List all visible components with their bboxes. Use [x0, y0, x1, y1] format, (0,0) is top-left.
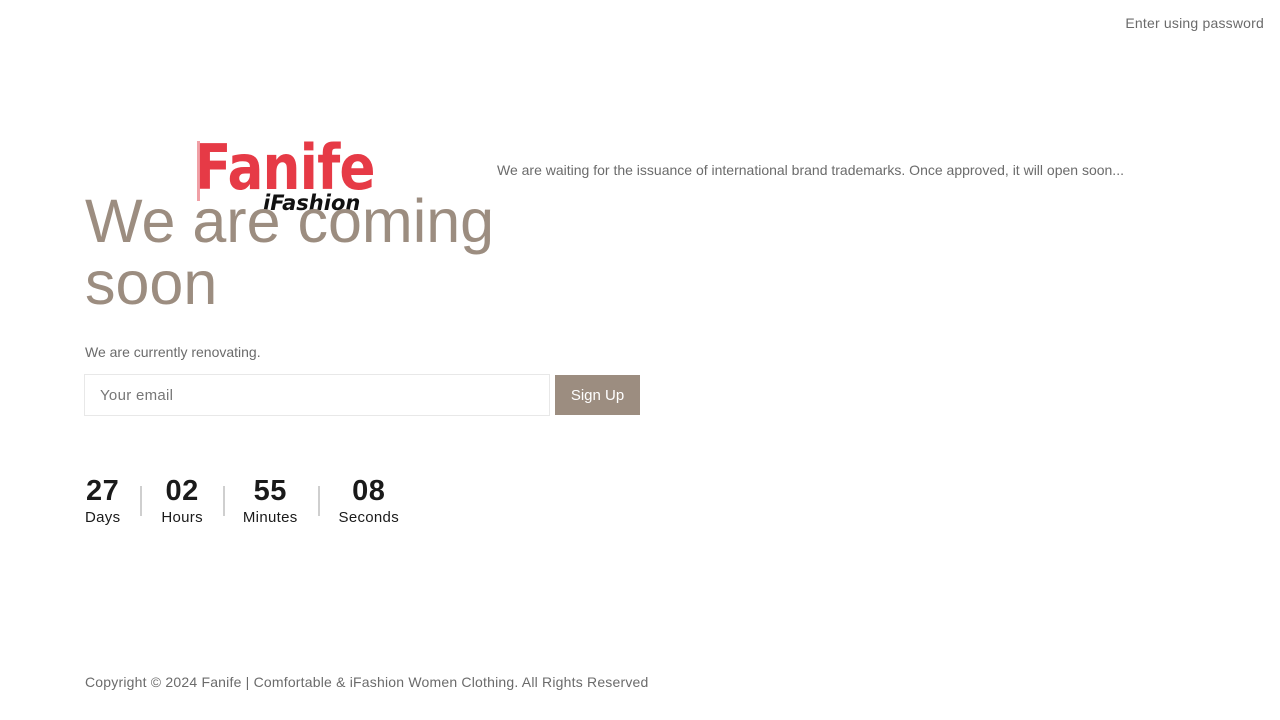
countdown-hours-value: 02: [165, 475, 199, 507]
brand-tagline: We are waiting for the issuance of inter…: [497, 162, 1124, 178]
coming-soon-page: Enter using password Fanife iFashion We …: [0, 0, 1280, 720]
countdown-seconds-value: 08: [352, 475, 386, 507]
countdown-minutes: 55 Minutes: [243, 474, 298, 528]
countdown-minutes-value: 55: [253, 475, 287, 507]
countdown-divider: [317, 486, 320, 516]
countdown-timer: 27 Days 02 Hours 55 Minutes 08 Seconds: [85, 474, 399, 528]
sign-up-button[interactable]: Sign Up: [555, 375, 640, 415]
countdown-divider: [140, 486, 143, 516]
countdown-seconds-label: Seconds: [338, 509, 399, 526]
email-input[interactable]: [84, 374, 550, 416]
enter-password-link[interactable]: Enter using password: [1125, 15, 1264, 31]
countdown-hours: 02 Hours: [161, 474, 203, 528]
countdown-hours-label: Hours: [161, 509, 203, 526]
countdown-days-label: Days: [85, 509, 121, 526]
footer-copyright: Copyright © 2024 Fanife | Comfortable & …: [85, 674, 649, 690]
countdown-seconds: 08 Seconds: [339, 474, 399, 528]
renovating-message: We are currently renovating.: [85, 344, 261, 360]
countdown-divider: [222, 486, 225, 516]
page-title: We are coming soon: [85, 187, 495, 317]
countdown-minutes-label: Minutes: [242, 509, 298, 526]
countdown-days: 27 Days: [85, 474, 120, 528]
countdown-days-value: 27: [86, 475, 120, 507]
